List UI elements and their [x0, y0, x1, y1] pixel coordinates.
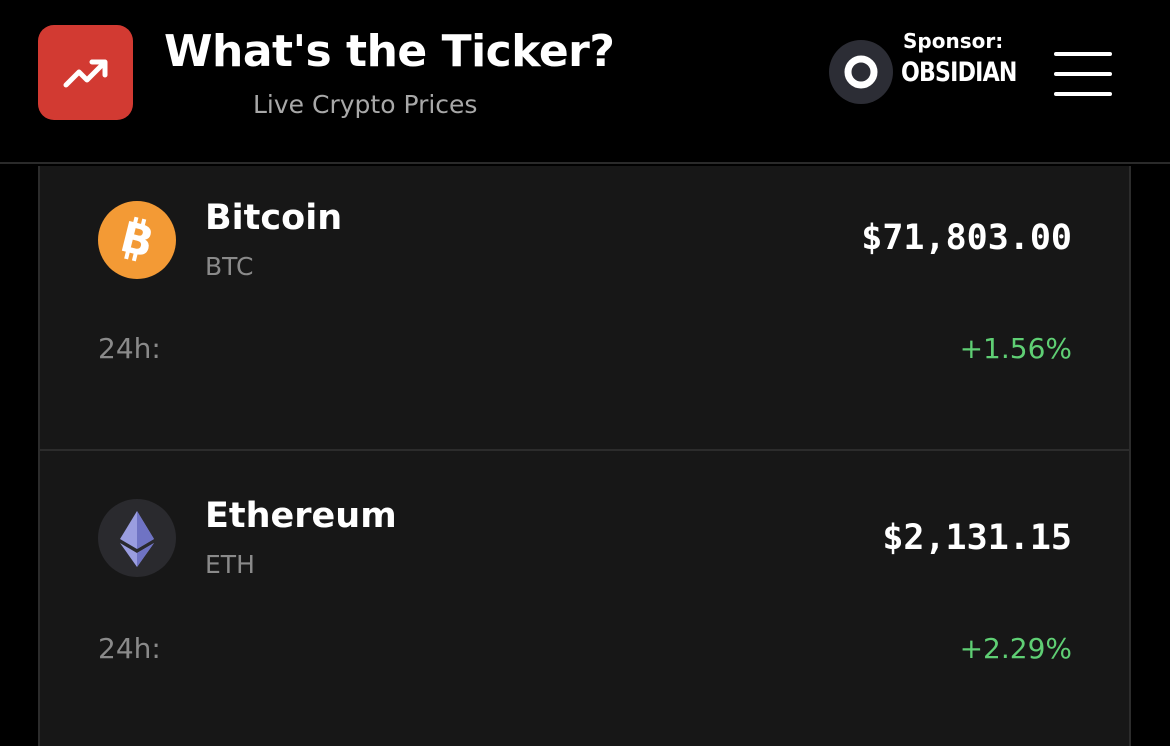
ethereum-glyph-icon [120, 511, 154, 567]
trending-up-icon [63, 59, 107, 87]
menu-line [1054, 92, 1112, 96]
change-label: 24h: [98, 332, 161, 365]
sponsor-logo[interactable] [829, 40, 893, 104]
bitcoin-glyph-icon: B [116, 212, 159, 267]
app-subtitle: Live Crypto Prices [253, 90, 478, 119]
sponsor-label: Sponsor: [903, 29, 1004, 53]
app-logo[interactable] [38, 25, 133, 120]
coin-price: $71,803.00 [861, 218, 1072, 258]
coin-name: Ethereum [205, 496, 397, 536]
coin-name: Bitcoin [205, 198, 343, 238]
app-header: What's the Ticker? Live Crypto Prices Sp… [0, 0, 1170, 164]
change-value: +2.29% [959, 632, 1072, 665]
obsidian-ring-icon [844, 55, 878, 89]
menu-line [1054, 72, 1112, 76]
ethereum-icon [98, 499, 176, 577]
app-title: What's the Ticker? [164, 26, 615, 77]
coin-symbol: BTC [205, 252, 254, 281]
menu-line [1054, 52, 1112, 56]
change-label: 24h: [98, 632, 161, 665]
hamburger-menu-icon[interactable] [1054, 48, 1112, 98]
coin-card-ethereum[interactable]: Ethereum ETH $2,131.15 24h: +2.29% [40, 453, 1129, 746]
coin-list[interactable]: B Bitcoin BTC $71,803.00 24h: +1.56% Eth… [38, 166, 1131, 746]
sponsor-name[interactable]: OBSIDIAN [901, 57, 1017, 88]
bitcoin-icon: B [98, 201, 176, 279]
change-value: +1.56% [959, 332, 1072, 365]
coin-card-bitcoin[interactable]: B Bitcoin BTC $71,803.00 24h: +1.56% [40, 166, 1129, 451]
coin-symbol: ETH [205, 550, 255, 579]
coin-price: $2,131.15 [882, 518, 1072, 558]
